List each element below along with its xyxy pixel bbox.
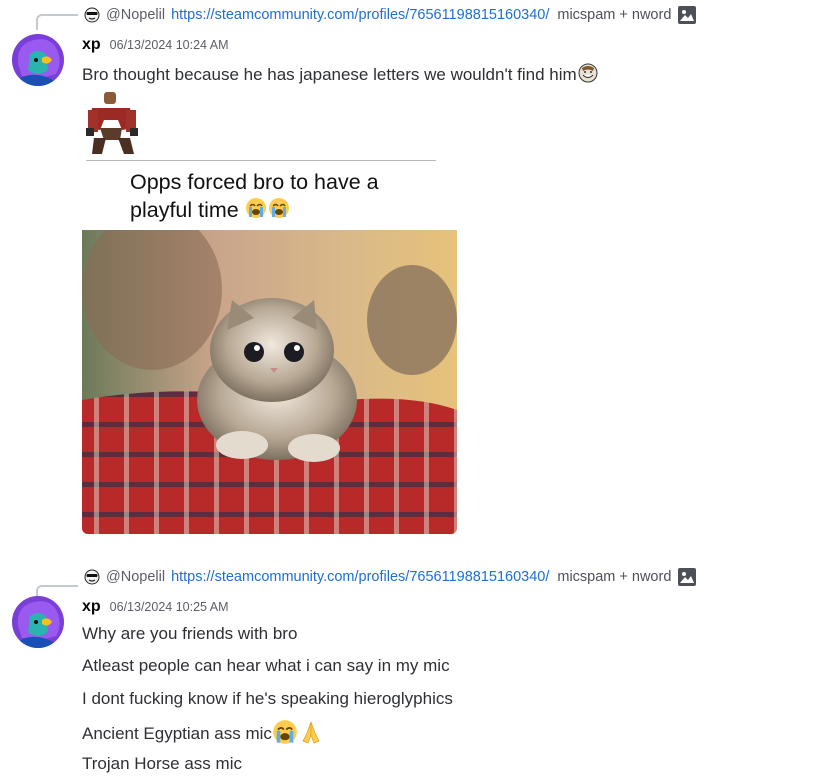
avatar[interactable] xyxy=(12,34,64,86)
troll-face-emoji xyxy=(577,62,599,89)
message-line: Why are you friends with bro xyxy=(82,624,298,643)
reply-link[interactable]: https://steamcommunity.com/profiles/7656… xyxy=(171,7,549,23)
image-attachment[interactable]: Opps forced bro to have a playful time xyxy=(82,160,457,534)
reply-connector xyxy=(36,14,78,30)
reply-text: micspam + nword xyxy=(557,7,672,23)
image-icon[interactable] xyxy=(677,567,697,587)
message-header: xp 06/13/2024 10:25 AM xyxy=(82,598,229,620)
reply-author[interactable]: @Nopelil xyxy=(106,569,165,585)
folded-hands-emoji xyxy=(298,719,324,750)
reply-link[interactable]: https://steamcommunity.com/profiles/7656… xyxy=(171,569,549,585)
heavy-sticker xyxy=(82,88,144,156)
timestamp[interactable]: 06/13/2024 10:24 AM xyxy=(110,38,229,52)
sunglasses-face-icon xyxy=(84,569,100,585)
message-line: Ancient Egyptian ass mic xyxy=(82,719,324,750)
reply-author[interactable]: @Nopelil xyxy=(106,7,165,23)
reply-preview[interactable]: @Nopelil https://steamcommunity.com/prof… xyxy=(84,4,697,26)
message-line: I dont fucking know if he's speaking hie… xyxy=(82,689,453,708)
kitten-photo xyxy=(82,210,457,534)
meme-caption: Opps forced bro to have a playful time xyxy=(130,168,430,226)
username[interactable]: xp xyxy=(82,598,101,616)
message-text: Bro thought because he has japanese lett… xyxy=(82,62,599,89)
username[interactable]: xp xyxy=(82,36,101,54)
message-line-text: Ancient Egyptian ass mic xyxy=(82,723,272,743)
sunglasses-face-icon xyxy=(84,7,100,23)
reply-text: micspam + nword xyxy=(557,569,672,585)
message-line: Atleast people can hear what i can say i… xyxy=(82,656,450,675)
reply-preview[interactable]: @Nopelil https://steamcommunity.com/prof… xyxy=(84,566,697,588)
timestamp[interactable]: 06/13/2024 10:25 AM xyxy=(110,600,229,614)
avatar[interactable] xyxy=(12,596,64,648)
message-line: Trojan Horse ass mic xyxy=(82,754,242,773)
message-line: Bro thought because he has japanese lett… xyxy=(82,64,577,84)
loudly-crying-emoji xyxy=(272,719,298,750)
loudly-crying-emoji xyxy=(245,197,291,226)
message-header: xp 06/13/2024 10:24 AM xyxy=(82,36,229,58)
divider xyxy=(86,160,436,161)
image-icon[interactable] xyxy=(677,5,697,25)
